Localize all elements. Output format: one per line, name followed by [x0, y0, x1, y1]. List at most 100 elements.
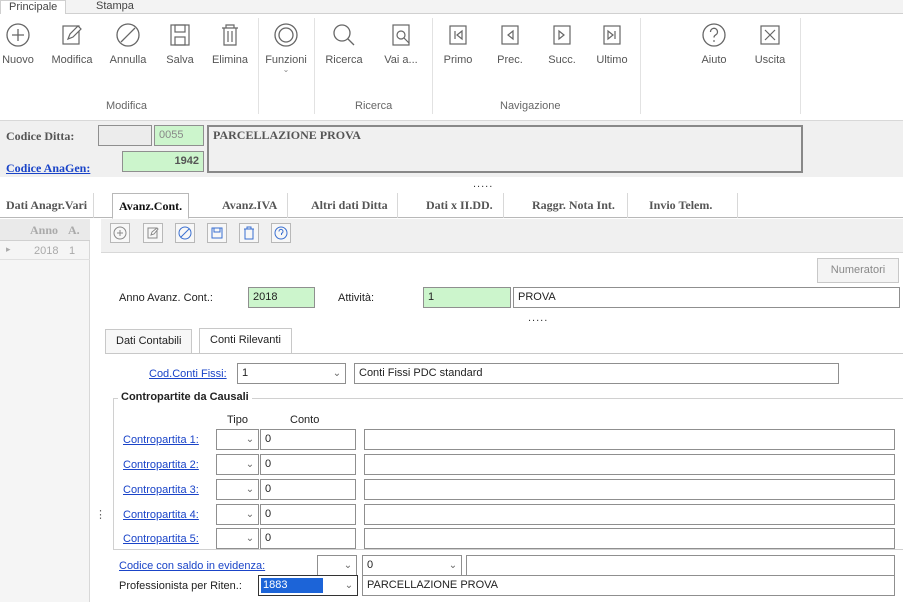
ribbon-tab-stampa[interactable]: Stampa [88, 0, 142, 14]
first-record-icon [449, 25, 467, 45]
contropartita-2-conto-field[interactable]: 0 [260, 454, 356, 475]
cod-conti-fissi-link[interactable]: Cod.Conti Fissi: [149, 368, 227, 380]
contropartita-4-link[interactable]: Contropartita 4: [123, 509, 199, 521]
codice-saldo-tipo-select[interactable]: ⌄ [317, 555, 357, 576]
help-icon [702, 23, 726, 47]
professionista-label: Professionista per Riten.: [119, 580, 242, 592]
chevron-down-icon[interactable]: ⌄ [242, 529, 258, 548]
uscita-button[interactable]: Uscita [748, 22, 792, 66]
group-label-navigazione: Navigazione [500, 100, 561, 112]
help-record-button[interactable] [271, 223, 291, 243]
codice-saldo-select[interactable]: 0 ⌄ [362, 555, 462, 576]
codice-ditta-field[interactable]: 0055 [154, 125, 204, 146]
contropartita-4-conto-field[interactable]: 0 [260, 504, 356, 525]
attivita-label: Attività: [338, 292, 375, 304]
contropartita-3-conto-field[interactable]: 0 [260, 479, 356, 500]
col-conto-label: Conto [290, 414, 320, 426]
chevron-down-icon[interactable]: ⌄ [242, 430, 258, 449]
salva-button[interactable]: Salva [158, 22, 202, 66]
codice-anagen-field[interactable]: 1942 [122, 151, 204, 172]
prev-record-icon [501, 25, 519, 45]
codice-saldo-description [466, 555, 895, 576]
grid-col-anno[interactable]: Anno [30, 223, 58, 238]
tab-invio-telem[interactable]: Invio Telem. [639, 193, 738, 218]
tab-altri-dati-ditta[interactable]: Altri dati Ditta [302, 193, 398, 218]
contropartita-1-conto-field[interactable]: 0 [260, 429, 356, 450]
codice-ditta-prefix-field[interactable] [98, 125, 152, 146]
contropartita-3-link[interactable]: Contropartita 3: [123, 484, 199, 496]
add-record-button[interactable] [110, 223, 130, 243]
plus-circle-icon [113, 226, 127, 240]
subtab-dati-contabili[interactable]: Dati Contabili [105, 329, 193, 353]
numeratori-button[interactable]: Numeratori [817, 258, 899, 283]
contropartita-2-link[interactable]: Contropartita 2: [123, 459, 199, 471]
edit-record-button[interactable] [143, 223, 163, 243]
chevron-down-icon: ⌄ [282, 65, 290, 74]
succ-button[interactable]: Succ. [540, 22, 584, 66]
grid-cell-a: 1 [69, 245, 76, 257]
codice-saldo-value: 0 [367, 559, 374, 571]
floppy-icon [211, 227, 223, 239]
chevron-down-icon[interactable]: ⌄ [242, 480, 258, 499]
cancel-circle-icon [178, 226, 192, 240]
contropartita-4-tipo-select[interactable]: ⌄ [216, 504, 259, 525]
ricerca-button[interactable]: Ricerca [322, 22, 366, 66]
functions-ring-icon [274, 23, 298, 47]
tab-dati-anagr-vari[interactable]: Dati Anagr.Vari [0, 193, 95, 218]
ribbon-tab-principale[interactable]: Principale [0, 0, 67, 15]
annulla-label: Annulla [109, 54, 147, 66]
ultimo-button[interactable]: Ultimo [590, 22, 634, 66]
contropartita-3-tipo-select[interactable]: ⌄ [216, 479, 259, 500]
delete-record-button[interactable] [239, 223, 259, 243]
detail-splitter-dots[interactable]: ..... [528, 312, 548, 324]
elimina-button[interactable]: Elimina [208, 22, 252, 66]
ribbon-separator [258, 18, 259, 114]
grid-col-a[interactable]: A. [68, 223, 80, 238]
contropartita-5-link[interactable]: Contropartita 5: [123, 533, 199, 545]
contropartita-5-conto-field[interactable]: 0 [260, 528, 356, 549]
table-row[interactable]: ▸ 2018 1 [0, 242, 90, 260]
modifica-button[interactable]: Modifica [50, 22, 94, 66]
contropartita-5-tipo-select[interactable]: ⌄ [216, 528, 259, 549]
ribbon-separator [640, 18, 641, 114]
codice-saldo-link[interactable]: Codice con saldo in evidenza: [119, 560, 265, 572]
contropartita-1-link[interactable]: Contropartita 1: [123, 434, 199, 446]
nuovo-button[interactable]: Nuovo [0, 22, 40, 66]
chevron-down-icon[interactable]: ⌄ [445, 556, 461, 575]
professionista-select[interactable]: 1883 ⌄ [258, 575, 358, 596]
vai-a-button[interactable]: Vai a... [376, 22, 426, 66]
cod-conti-fissi-select[interactable]: 1 ⌄ [237, 363, 346, 384]
save-record-button[interactable] [207, 223, 227, 243]
header-splitter-dots[interactable]: ..... [473, 178, 493, 190]
aiuto-button[interactable]: Aiuto [692, 22, 736, 66]
cancel-circle-icon [116, 23, 140, 47]
plus-circle-icon [6, 23, 30, 47]
professionista-value: 1883 [261, 578, 323, 593]
prec-button[interactable]: Prec. [488, 22, 532, 66]
chevron-down-icon[interactable]: ⌄ [341, 576, 357, 595]
tab-avanz-cont[interactable]: Avanz.Cont. [112, 193, 190, 219]
primo-label: Primo [443, 54, 473, 66]
chevron-down-icon[interactable]: ⌄ [242, 505, 258, 524]
contropartita-2-tipo-select[interactable]: ⌄ [216, 454, 259, 475]
chevron-down-icon[interactable]: ⌄ [329, 364, 345, 383]
tab-avanz-iva[interactable]: Avanz.IVA [212, 193, 289, 218]
cancel-record-button[interactable] [175, 223, 195, 243]
chevron-down-icon[interactable]: ⌄ [242, 455, 258, 474]
tab-dati-iidd[interactable]: Dati x II.DD. [416, 193, 504, 218]
aiuto-label: Aiuto [701, 54, 727, 66]
attivita-field[interactable]: 1 [423, 287, 511, 308]
contropartita-4-description [364, 504, 895, 525]
anno-avanz-field[interactable]: 2018 [248, 287, 315, 308]
contropartita-1-tipo-select[interactable]: ⌄ [216, 429, 259, 450]
funzioni-button[interactable]: Funzioni ⌄ [264, 22, 308, 74]
uscita-label: Uscita [754, 54, 786, 66]
chevron-down-icon[interactable]: ⌄ [340, 556, 356, 575]
tab-raggr-nota-int[interactable]: Raggr. Nota Int. [520, 193, 628, 218]
subtab-conti-rilevanti[interactable]: Conti Rilevanti [199, 328, 292, 353]
codice-anagen-link[interactable]: Codice AnaGen: [6, 161, 90, 176]
modifica-label: Modifica [51, 54, 93, 66]
primo-button[interactable]: Primo [436, 22, 480, 66]
annulla-button[interactable]: Annulla [106, 22, 150, 66]
company-header: Codice Ditta: 0055 PARCELLAZIONE PROVA C… [0, 121, 903, 177]
